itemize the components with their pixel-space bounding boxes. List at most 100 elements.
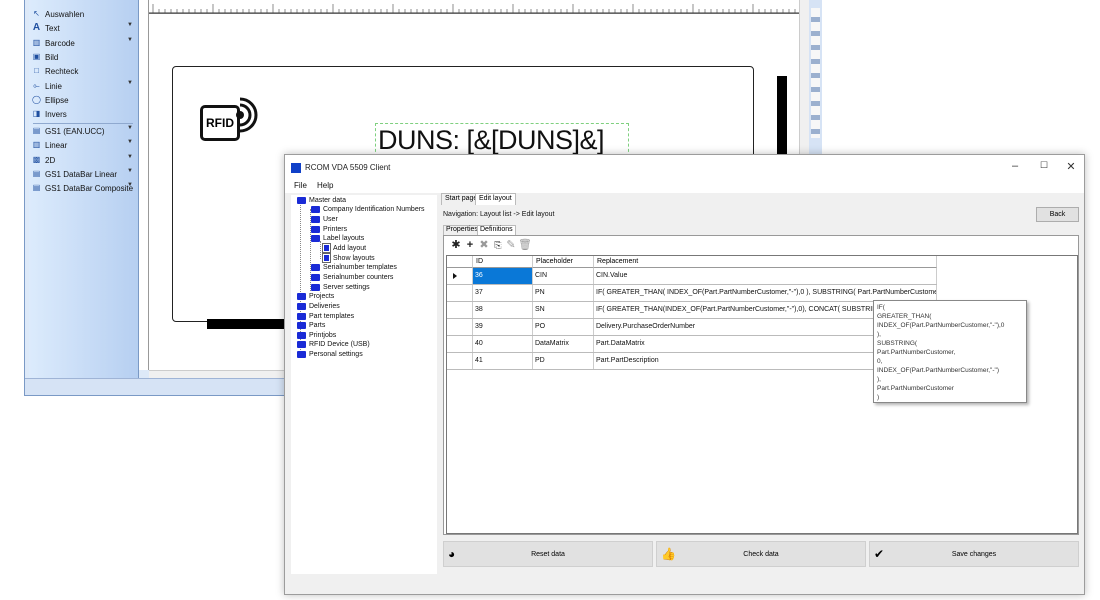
table-row[interactable]: 39 PO Delivery.PurchaseOrderNumber [447,319,937,336]
text-icon: A [32,22,41,33]
check-data-button[interactable]: 👍 Check data [656,541,866,567]
cell-id[interactable]: 39 [473,319,533,335]
tool-ellipse[interactable]: ◯ Ellipse [31,93,135,107]
checkmark-icon: ✔ [874,547,885,561]
client-status-bar [285,574,1084,594]
cell-id[interactable]: 36 [473,268,533,284]
cell-placeholder[interactable]: PD [533,353,594,369]
cell-placeholder[interactable]: SN [533,302,594,318]
trash-icon[interactable]: 🗑 [518,238,532,252]
cell-replacement[interactable]: IF( GREATER_THAN( INDEX_OF(Part.PartNumb… [594,285,937,301]
dropdown-arrow-icon[interactable]: ▼ [127,22,133,28]
tool-gs1[interactable]: ▤ GS1 (EAN.UCC) ▼ [31,124,135,138]
tree-item-serialnumber-templates[interactable]: Serialnumber templates [311,262,397,272]
cell-placeholder[interactable]: CIN [533,268,594,284]
row-header[interactable] [447,353,473,369]
table-row[interactable]: 41 PD Part.PartDescription [447,353,937,370]
dropdown-arrow-icon[interactable]: ▼ [127,168,133,174]
tree-item-deliveries[interactable]: Deliveries [297,301,340,311]
cell-placeholder[interactable]: PO [533,319,594,335]
tree-item-personal-settings[interactable]: Personal settings [297,349,363,359]
tool-rectangle[interactable]: □ Rechteck [31,64,135,78]
tab-edit-layout[interactable]: Edit layout [475,193,516,205]
column-header-placeholder[interactable]: Placeholder [533,256,594,268]
close-button[interactable]: ✕ [1063,160,1079,173]
tool-text[interactable]: A Text ▼ [31,21,135,35]
dropdown-arrow-icon[interactable]: ▼ [127,154,133,160]
rfid-logo[interactable]: RFID [200,95,266,150]
tool-line[interactable]: ⟜ Linie ▼ [31,79,135,93]
add-icon[interactable]: + [464,238,476,252]
column-header-replacement[interactable]: Replacement [594,256,937,268]
menu-help[interactable]: Help [317,181,333,190]
export-icon[interactable]: ⎘ [492,238,504,252]
tree-item-company-ids[interactable]: Company Identification Numbers [311,204,425,214]
menu-file[interactable]: File [294,181,307,190]
tree-item-parts[interactable]: Parts [297,320,325,330]
dropdown-arrow-icon[interactable]: ▼ [127,182,133,188]
tool-2d[interactable]: ▩ 2D ▼ [31,153,135,167]
row-header[interactable] [447,285,473,301]
tooltip-line: INDEX_OF(Part.PartNumberCustomer,"-"),0 [877,322,1005,329]
tab-definitions[interactable]: Definitions [477,225,516,235]
tree-connector [320,241,321,259]
tooltip-line: ), [877,376,881,383]
tree-item-add-layout[interactable]: Add layout [322,243,366,253]
tool-select[interactable]: ↖ Auswahlen [31,7,135,21]
cell-placeholder[interactable]: DataMatrix [533,336,594,352]
row-header[interactable] [447,319,473,335]
tool-linear[interactable]: ▥ Linear ▼ [31,138,135,152]
thumbs-up-icon: 👍 [661,547,676,561]
folder-icon [311,215,320,223]
title-bar[interactable]: RCOM VDA 5509 Client – ☐ ✕ [285,155,1084,181]
cell-placeholder[interactable]: PN [533,285,594,301]
table-row[interactable]: 40 DataMatrix Part.DataMatrix [447,336,937,353]
tool-invert[interactable]: ◨ Invers [31,107,135,121]
alignment-tool-buttons[interactable] [811,8,820,138]
tool-label: Linear [45,140,68,150]
tree-label: Serialnumber templates [323,263,397,271]
cell-id[interactable]: 37 [473,285,533,301]
tooltip-line: Part.PartNumberCustomer, [877,349,956,356]
dropdown-arrow-icon[interactable]: ▼ [127,37,133,43]
reset-data-button[interactable]: ◕ Reset data [443,541,653,567]
tree-label: Printers [323,225,348,233]
table-row[interactable]: 36 CIN CIN.Value [447,268,937,285]
tree-item-projects[interactable]: Projects [297,291,334,301]
cell-id[interactable]: 40 [473,336,533,352]
tab-properties[interactable]: Properties [443,225,481,235]
tree-label: Master data [309,196,346,204]
cell-replacement[interactable]: CIN.Value [594,268,937,284]
tree-item-serialnumber-counters[interactable]: Serialnumber counters [311,272,393,282]
dropdown-arrow-icon[interactable]: ▼ [127,139,133,145]
duns-text-field[interactable]: DUNS: [&[DUNS]&] [378,125,605,155]
back-button[interactable]: Back [1036,207,1079,222]
tool-gs1-databar-composite[interactable]: ▤ GS1 DataBar Composite ▼ [31,181,135,195]
tree-item-user[interactable]: User [311,214,338,224]
row-header[interactable] [447,336,473,352]
cell-id[interactable]: 38 [473,302,533,318]
cell-id[interactable]: 41 [473,353,533,369]
tree-item-label-layouts[interactable]: Label layouts [311,233,364,243]
tool-barcode[interactable]: ▥ Barcode ▼ [31,36,135,50]
save-changes-button[interactable]: ✔ Save changes [869,541,1079,567]
tree-item-rfid-device[interactable]: RFID Device (USB) [297,339,370,349]
edit-icon[interactable]: ✎ [505,238,517,252]
row-header[interactable] [447,302,473,318]
dropdown-arrow-icon[interactable]: ▼ [127,80,133,86]
tool-image[interactable]: ▣ Bild [31,50,135,64]
maximize-button[interactable]: ☐ [1036,160,1052,171]
minimize-button[interactable]: – [1007,160,1023,172]
column-header-id[interactable]: ID [473,256,533,268]
tooltip-line: 0, [877,358,883,365]
tree-label: User [323,215,338,223]
dropdown-arrow-icon[interactable]: ▼ [127,125,133,131]
table-row[interactable]: 38 SN IF( GREATER_THAN(INDEX_OF(Part.Par… [447,302,937,319]
table-row[interactable]: 37 PN IF( GREATER_THAN( INDEX_OF(Part.Pa… [447,285,937,302]
folder-icon [311,273,320,281]
tool-gs1-databar-linear[interactable]: ▤ GS1 DataBar Linear ▼ [31,167,135,181]
folder-icon [297,302,306,310]
delete-icon[interactable]: ✖ [478,238,490,252]
row-header[interactable] [447,268,473,284]
asterisk-icon[interactable]: ✱ [450,238,462,252]
